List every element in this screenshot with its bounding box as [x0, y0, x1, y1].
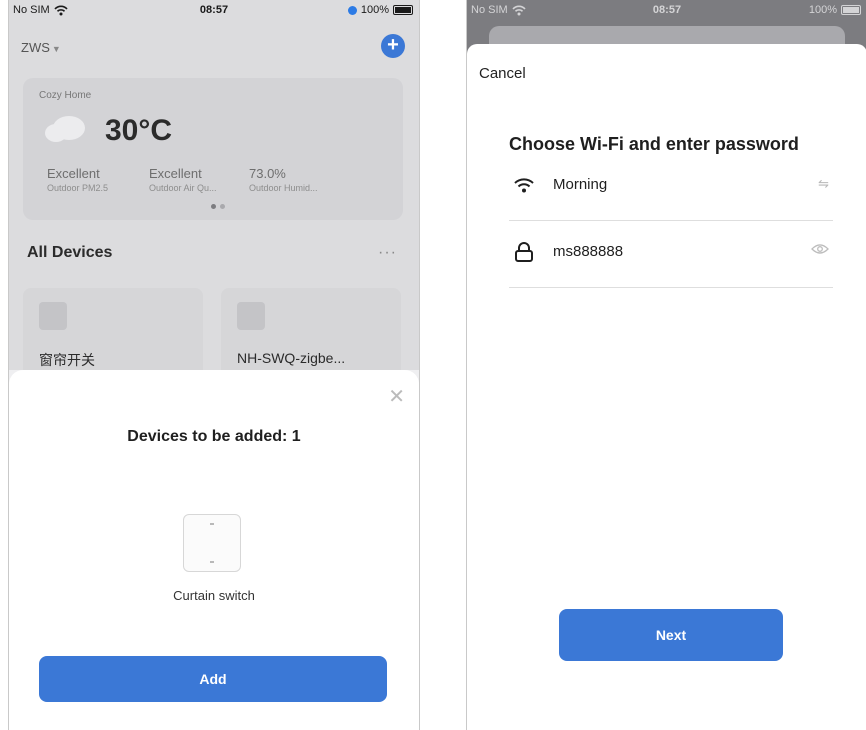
carousel-dots [211, 204, 225, 209]
home-name: ZWS [21, 40, 50, 55]
location-icon [347, 5, 357, 15]
status-bar: No SIM 08:57 100% [467, 0, 866, 22]
right-phone-screen: No SIM 08:57 100% Cancel Choose Wi-Fi an… [466, 0, 866, 730]
lock-icon [515, 242, 533, 262]
add-icon[interactable]: + [381, 34, 405, 58]
stat-humidity: 73.0% Outdoor Humid... [249, 166, 318, 193]
wifi-icon [514, 178, 534, 193]
wifi-name: Morning [553, 176, 608, 193]
stat-label: Outdoor Air Qu... [149, 183, 217, 193]
wifi-sheet: Cancel Choose Wi-Fi and enter password M… [467, 44, 866, 730]
device-name: NH-SWQ-zigbe... [237, 350, 346, 366]
section-title: All Devices [27, 244, 113, 261]
left-phone-screen: No SIM 08:57 100% ZWS ▼ + Cozy Home 30°C … [8, 0, 420, 730]
battery-percent: 100% [360, 4, 389, 16]
weather-card[interactable]: Cozy Home 30°C Excellent Outdoor PM2.5 E… [23, 78, 403, 220]
battery-percent: 100% [808, 4, 837, 16]
cancel-button[interactable]: Cancel [479, 65, 526, 82]
stat-value: Excellent [149, 166, 202, 181]
device-name: 窗帘开关 [39, 352, 95, 368]
status-time: 08:57 [652, 4, 682, 16]
caret-down-icon: ▼ [51, 44, 61, 54]
eye-icon[interactable] [811, 243, 829, 255]
battery-icon [393, 5, 413, 15]
status-bar: No SIM 08:57 100% [9, 0, 419, 22]
more-button[interactable]: ··· [378, 244, 397, 262]
stat-value: 73.0% [249, 166, 286, 181]
switch-network-icon[interactable]: ⇋ [818, 176, 829, 192]
cloud-icon [45, 116, 85, 142]
stat-pm25: Excellent Outdoor PM2.5 [47, 166, 108, 193]
sheet-title: Devices to be added: 1 [127, 428, 301, 445]
temperature: 30°C [105, 114, 173, 147]
stat-label: Outdoor PM2.5 [47, 183, 109, 193]
password-value: ms888888 [553, 243, 624, 260]
wifi-network-field[interactable]: Morning ⇋ [509, 154, 833, 221]
home-background: No SIM 08:57 100% ZWS ▼ + Cozy Home 30°C … [9, 0, 419, 388]
add-button[interactable]: Add [39, 656, 387, 702]
password-field[interactable]: ms888888 [509, 221, 833, 288]
stat-label: Outdoor Humid... [249, 183, 318, 193]
device-label: Curtain switch [173, 588, 255, 603]
next-button[interactable]: Next [559, 609, 783, 661]
battery-icon [841, 5, 861, 15]
device-icon [237, 302, 265, 330]
page-title: Choose Wi-Fi and enter password [509, 134, 799, 154]
add-devices-sheet: ✕ Devices to be added: 1 Curtain switch … [9, 370, 419, 730]
device-icon [39, 302, 67, 330]
curtain-switch-icon [183, 514, 241, 572]
home-selector[interactable]: ZWS ▼ [21, 40, 61, 55]
close-icon[interactable]: ✕ [388, 384, 405, 409]
weather-home-label: Cozy Home [39, 90, 92, 101]
stat-air-quality: Excellent Outdoor Air Qu... [149, 166, 217, 193]
stat-value: Excellent [47, 166, 100, 181]
